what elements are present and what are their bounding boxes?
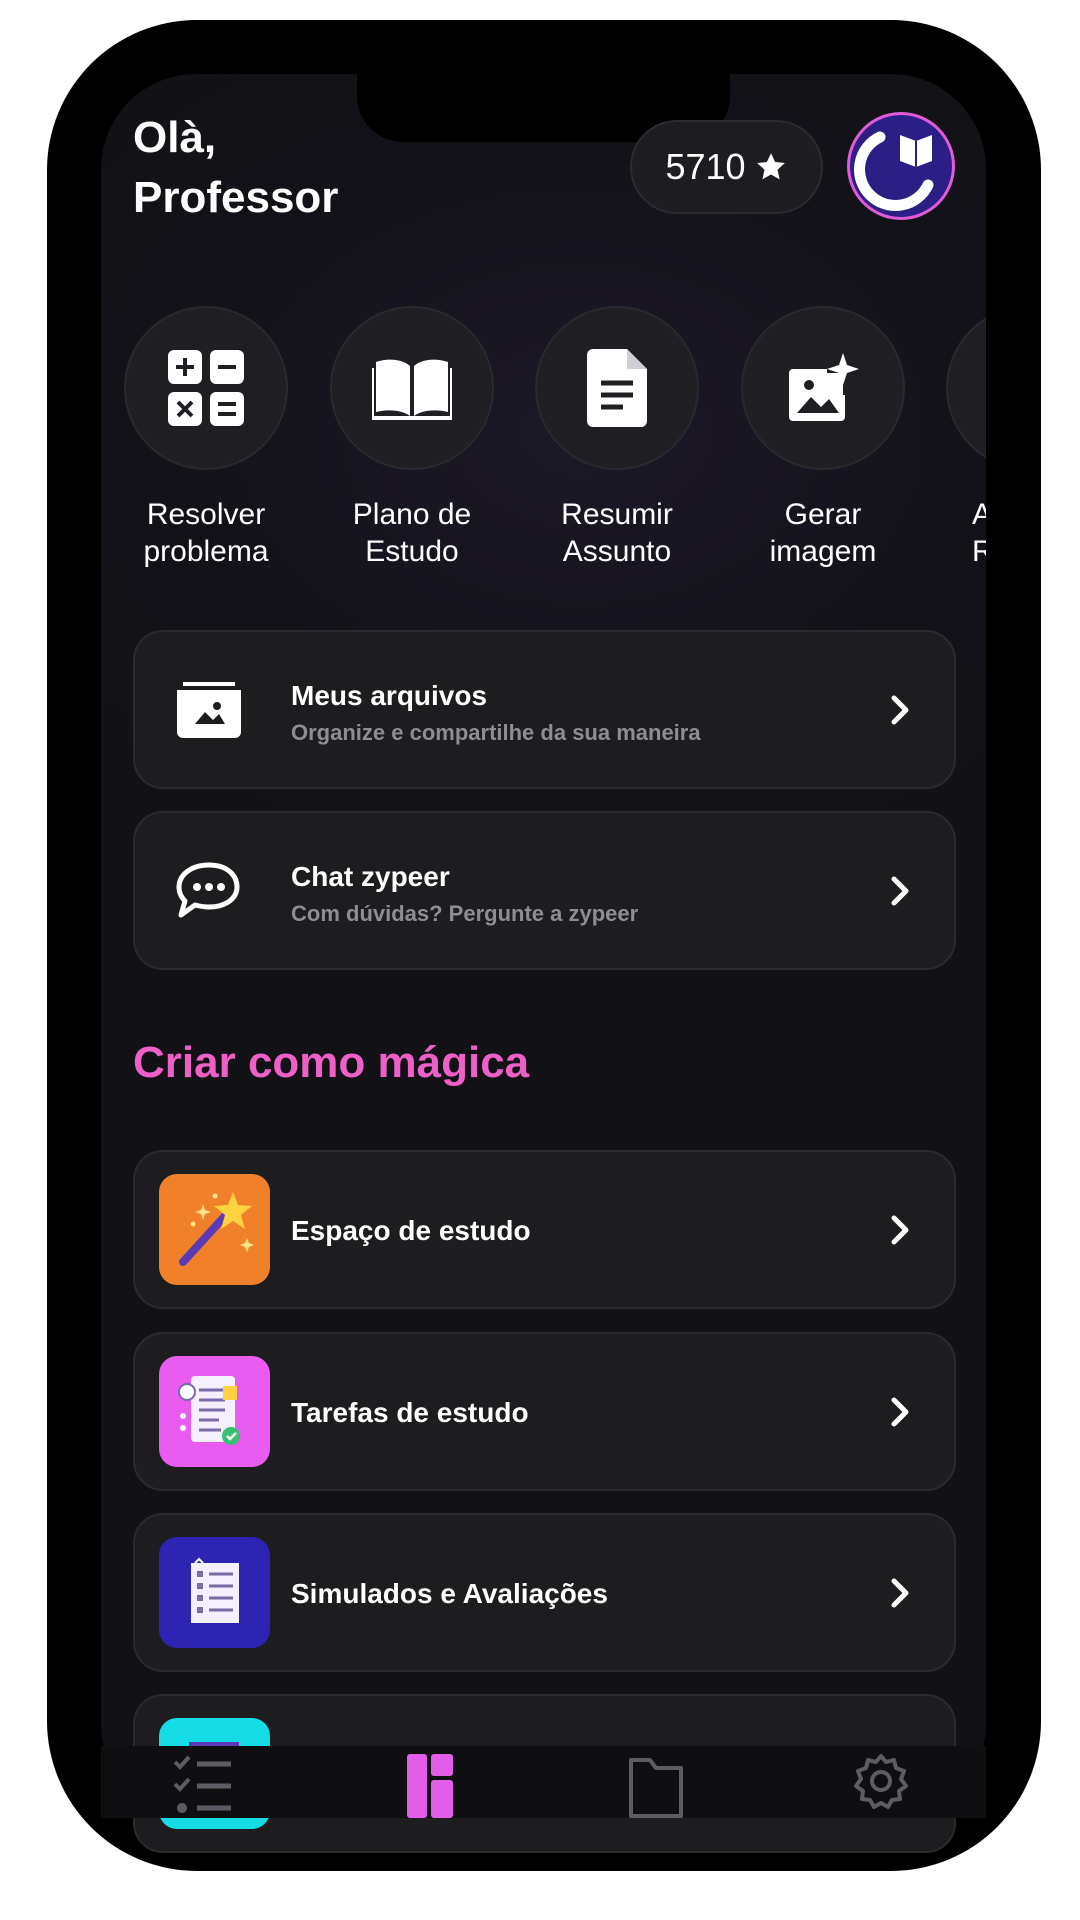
study-tasks-card[interactable]: Tarefas de estudo	[133, 1332, 956, 1491]
document-icon	[587, 349, 647, 427]
nav-folder[interactable]	[628, 1754, 684, 1823]
book-logo-icon	[854, 131, 934, 211]
folder-image-icon	[177, 681, 241, 738]
quick-action-circle	[946, 306, 986, 470]
greeting: Olà, Professor	[133, 108, 338, 228]
thumb	[159, 1174, 270, 1285]
chat-card[interactable]: Chat zypeer Com dúvidas? Pergunte a zype…	[133, 811, 956, 970]
card-title: Chat zypeer	[291, 861, 450, 892]
tasks-icon	[173, 1755, 231, 1813]
card-subtitle: Com dúvidas? Pergunte a zypeer	[291, 901, 639, 926]
avatar[interactable]	[847, 112, 955, 220]
quick-action-resolver[interactable]: Resolver problema	[123, 306, 289, 570]
dashboard-icon	[407, 1754, 453, 1818]
quick-action-label: Gerar imagem	[769, 498, 877, 568]
bottom-nav	[101, 1746, 986, 1818]
quick-action-label: Plano de Estudo	[352, 498, 472, 568]
card-title: Simulados e Avaliações	[291, 1578, 608, 1609]
nav-dashboard[interactable]	[407, 1754, 453, 1823]
quick-action-circle	[535, 306, 699, 470]
nav-settings[interactable]	[854, 1754, 908, 1823]
quick-action-label: Resumir Assunto	[561, 498, 673, 568]
nav-tasks[interactable]	[173, 1754, 233, 1823]
quick-action-partial[interactable]: A R	[946, 306, 986, 570]
card-title: Espaço de estudo	[291, 1215, 531, 1246]
greeting-line2: Professor	[133, 173, 339, 222]
task-list-icon	[178, 1376, 240, 1445]
exams-card[interactable]: Simulados e Avaliações	[133, 1513, 956, 1672]
my-files-card[interactable]: Meus arquivos Organize e compartilhe da …	[133, 630, 956, 789]
quick-action-gerar-imagem[interactable]: Gerar imagem	[740, 306, 906, 570]
quick-action-plano[interactable]: Plano de Estudo	[329, 306, 495, 570]
quick-action-circle	[124, 306, 288, 470]
chevron-right-icon	[891, 1578, 909, 1607]
quick-action-circle	[330, 306, 494, 470]
folder-icon	[629, 1758, 683, 1818]
book-open-icon	[372, 359, 452, 420]
card-title: Meus arquivos	[291, 680, 488, 711]
calculator-icon	[168, 350, 244, 426]
quick-action-resumir[interactable]: Resumir Assunto	[534, 306, 700, 570]
checklist-icon	[191, 1557, 239, 1623]
quick-action-circle	[741, 306, 905, 470]
thumb	[159, 1537, 270, 1648]
card-subtitle: Organize e compartilhe da sua maneira	[291, 720, 701, 745]
star-icon	[756, 153, 785, 180]
quick-action-label: A R	[972, 498, 986, 568]
image-sparkle-icon	[789, 353, 859, 421]
magic-wand-icon	[179, 1192, 254, 1266]
chevron-right-icon	[891, 695, 909, 724]
greeting-line1: Olà,	[133, 113, 217, 162]
credits-value: 5710	[665, 146, 746, 187]
chevron-right-icon	[891, 1215, 909, 1244]
card-title: Tarefas de estudo	[291, 1397, 529, 1428]
chat-bubble-icon	[176, 862, 240, 917]
gear-icon	[854, 1754, 908, 1809]
thumb	[159, 1356, 270, 1467]
chevron-right-icon	[891, 1397, 909, 1426]
chevron-right-icon	[891, 876, 909, 905]
study-space-card[interactable]: Espaço de estudo	[133, 1150, 956, 1309]
section-title: Criar como mágica	[133, 1038, 530, 1087]
quick-action-label: Resolver problema	[143, 498, 269, 568]
credits-badge[interactable]: 5710	[630, 120, 823, 214]
